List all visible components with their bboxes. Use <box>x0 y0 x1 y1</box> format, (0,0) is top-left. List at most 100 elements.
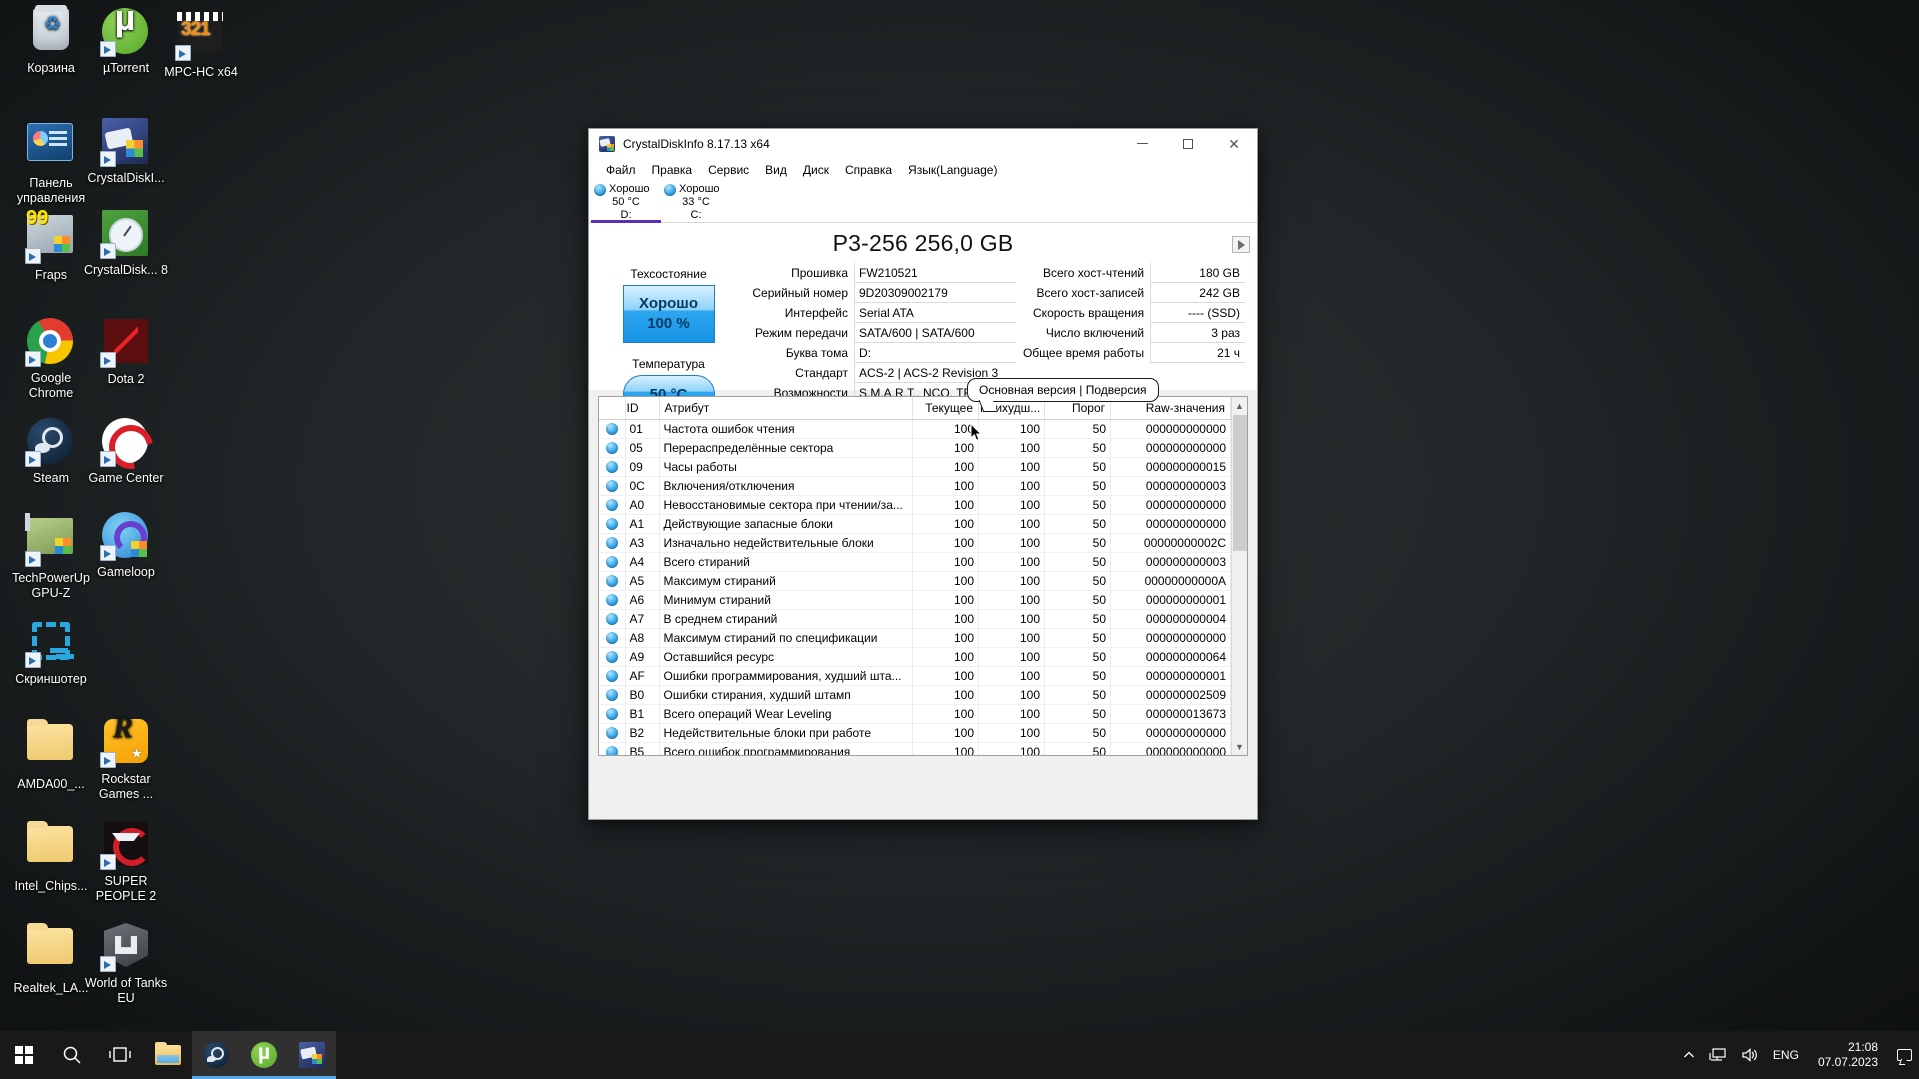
table-row[interactable]: A8 Максимум стираний по спецификации 100 10… <box>599 628 1231 648</box>
table-row[interactable]: 09 Часы работы 100 100 50 000000000015 <box>599 457 1231 477</box>
scroll-up-arrow-icon[interactable]: ▲ <box>1231 397 1247 414</box>
attribute-worst: 100 <box>978 742 1045 755</box>
desktop-icon-label: Панель управления <box>16 176 86 205</box>
table-row[interactable]: A0 Невосстановимые сектора при чтении/за.… <box>599 495 1231 515</box>
health-status-badge[interactable]: Хорошо 100 % <box>622 285 715 343</box>
desktop-icon-15[interactable]: Rockstar Games ... <box>83 718 169 801</box>
desktop-icon-8[interactable]: Dota 2 <box>83 318 169 387</box>
desktop-icon-7[interactable]: Google Chrome <box>8 318 94 400</box>
volume-button[interactable] <box>1734 1031 1766 1079</box>
info-value[interactable]: 21 ч <box>1150 343 1245 363</box>
notifications-button[interactable] <box>1890 1031 1919 1079</box>
desktop-icon-17[interactable]: SUPER PEOPLE 2 <box>83 820 169 903</box>
desktop-icon-16[interactable]: Intel_Chips... <box>8 820 94 894</box>
menu-item-2[interactable]: Сервис <box>700 161 757 179</box>
desktop-icon-4[interactable]: CrystalDiskI... <box>83 118 169 186</box>
task-view-button[interactable] <box>96 1031 144 1079</box>
menu-item-4[interactable]: Диск <box>795 161 837 179</box>
desktop-icon-0[interactable]: Корзина <box>8 5 94 76</box>
attribute-name: Максимум стираний <box>659 571 913 591</box>
maximize-button[interactable] <box>1165 129 1211 159</box>
smart-col-header-1[interactable]: ID <box>625 397 660 420</box>
desktop-icon-1[interactable]: µTorrent <box>83 8 169 76</box>
menu-item-3[interactable]: Вид <box>757 161 795 179</box>
info-value[interactable]: ---- (SSD) <box>1150 303 1245 323</box>
file-explorer-button[interactable] <box>144 1031 192 1079</box>
info-value[interactable]: 3 раз <box>1150 323 1245 343</box>
volume-icon <box>1742 1048 1757 1062</box>
network-button[interactable] <box>1702 1031 1734 1079</box>
smart-col-header-3[interactable]: Текущее <box>912 397 979 420</box>
disk-tab-D[interactable]: Хорошо 50 °C D: <box>591 181 661 223</box>
info-value[interactable]: SATA/600 | SATA/600 <box>854 323 1017 343</box>
info-row: Режим передачи SATA/600 | SATA/600 <box>736 323 1017 343</box>
info-value[interactable]: FW210521 <box>854 263 1017 283</box>
desktop-icon-19[interactable]: World of Tanks EU <box>83 922 169 1005</box>
desktop-icon-14[interactable]: AMDA00_... <box>8 718 94 792</box>
table-row[interactable]: A5 Максимум стираний 100 100 50 00000000000A <box>599 571 1231 591</box>
attribute-raw: 000000000000 <box>1110 495 1231 515</box>
desktop-icon-label: Game Center <box>88 471 164 485</box>
close-button[interactable]: ✕ <box>1211 129 1257 159</box>
minimize-button[interactable] <box>1119 129 1165 159</box>
gpu-z-icon <box>25 513 73 554</box>
table-row[interactable]: A6 Минимум стираний 100 100 50 000000000001 <box>599 590 1231 610</box>
steam-taskbar-button[interactable] <box>192 1031 240 1079</box>
table-row[interactable]: 01 Частота ошибок чтения 100 100 50 000000000… <box>599 419 1231 439</box>
info-value[interactable]: D: <box>854 343 1017 363</box>
crystaldiskinfo-window: CrystalDiskInfo 8.17.13 x64 ✕ Файл Правка… <box>588 128 1258 820</box>
start-button[interactable] <box>0 1031 48 1079</box>
table-row[interactable]: 05 Перераспределённые сектора 100 100 50 0000… <box>599 438 1231 458</box>
table-row[interactable]: B1 Всего операций Wear Leveling 100 100 50 00… <box>599 704 1231 724</box>
table-row[interactable]: B2 Недействительные блоки при работе 100 10… <box>599 723 1231 743</box>
attribute-raw: 000000000000 <box>1110 723 1231 743</box>
table-row[interactable]: B5 Всего ошибок программирования 100 100 50 0… <box>599 742 1231 755</box>
desktop-icon-2[interactable]: MPC-HC x64 <box>158 8 244 80</box>
desktop-icon-12[interactable]: Gameloop <box>83 512 169 580</box>
desktop-icon-label: Fraps <box>35 268 67 282</box>
desktop-icon-18[interactable]: Realtek_LA... <box>8 922 94 996</box>
menu-item-6[interactable]: Язык(Language) <box>900 161 1005 179</box>
desktop-icon-13[interactable]: Скриншотер <box>8 618 94 687</box>
disk-tab-C[interactable]: Хорошо 33 °C C: <box>661 181 731 222</box>
attribute-status-dot <box>599 476 626 496</box>
language-indicator[interactable]: ENG <box>1766 1031 1806 1079</box>
smart-col-header-0[interactable] <box>599 397 626 420</box>
menu-item-1[interactable]: Правка <box>644 161 701 179</box>
info-row: Серийный номер 9D20309002179 <box>736 283 1017 303</box>
utorrent-taskbar-button[interactable] <box>240 1031 288 1079</box>
info-value[interactable]: 242 GB <box>1150 283 1245 303</box>
desktop-icon-9[interactable]: Steam <box>8 418 94 486</box>
table-row[interactable]: A9 Оставшийся ресурс 100 100 50 000000000064 <box>599 647 1231 667</box>
shortcut-arrow-icon <box>25 652 41 668</box>
show-hidden-icons-button[interactable] <box>1676 1031 1702 1079</box>
table-row[interactable]: A7 В среднем стираний 100 100 50 000000000004 <box>599 609 1231 629</box>
crystaldiskinfo-taskbar-button[interactable] <box>288 1031 336 1079</box>
table-row[interactable]: B0 Ошибки стирания, худший штамп 100 100 50 0… <box>599 685 1231 705</box>
desktop-icon-10[interactable]: Game Center <box>83 418 169 486</box>
menu-item-0[interactable]: Файл <box>598 161 644 179</box>
attribute-status-dot <box>599 514 626 534</box>
table-row[interactable]: A1 Действующие запасные блоки 100 100 50 0000… <box>599 514 1231 534</box>
clock[interactable]: 21:08 07.07.2023 <box>1806 1031 1890 1079</box>
table-row[interactable]: AF Ошибки программирования, худший шта...… <box>599 666 1231 686</box>
desktop-icon-11[interactable]: TechPowerUp GPU-Z <box>8 512 94 600</box>
table-row[interactable]: 0C Включения/отключения 100 100 50 0000000000… <box>599 476 1231 496</box>
scrollbar-thumb[interactable] <box>1233 415 1247 551</box>
smart-col-header-2[interactable]: Атрибут <box>659 397 913 420</box>
table-row[interactable]: A4 Всего стираний 100 100 50 000000000003 <box>599 552 1231 572</box>
menu-item-5[interactable]: Справка <box>837 161 900 179</box>
desktop-icon-6[interactable]: CrystalDisk... 8 <box>83 210 169 278</box>
info-value[interactable]: 9D20309002179 <box>854 283 1017 303</box>
desktop-icon-5[interactable]: Fraps <box>8 210 94 283</box>
window-titlebar[interactable]: CrystalDiskInfo 8.17.13 x64 ✕ <box>589 129 1257 159</box>
next-disk-button[interactable] <box>1232 236 1250 253</box>
smart-table-scrollbar[interactable]: ▲ ▼ <box>1231 397 1247 755</box>
search-button[interactable] <box>48 1031 96 1079</box>
scroll-down-arrow-icon[interactable]: ▼ <box>1231 738 1247 755</box>
table-row[interactable]: A3 Изначально недействительные блоки 100 10… <box>599 533 1231 553</box>
info-label: Режим передачи <box>755 326 848 340</box>
info-value[interactable]: 180 GB <box>1150 263 1245 283</box>
desktop-icon-3[interactable]: Панель управления <box>8 118 94 205</box>
info-value[interactable]: Serial ATA <box>854 303 1017 323</box>
